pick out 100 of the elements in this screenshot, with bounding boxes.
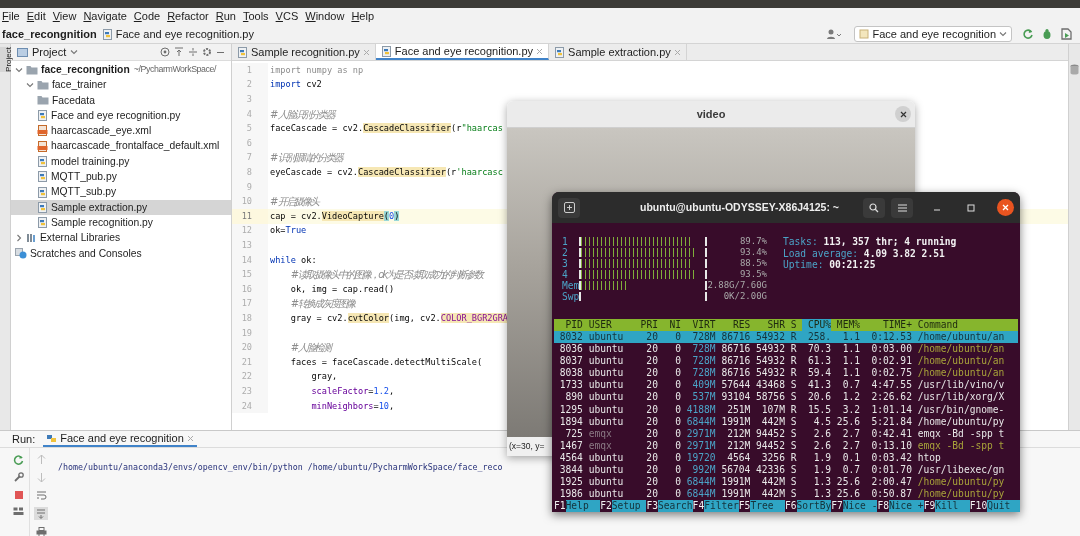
column-header[interactable]: PRI xyxy=(640,319,658,331)
tree-item[interactable]: model training.py xyxy=(11,153,231,170)
search-button[interactable] xyxy=(863,197,885,218)
run-configuration-dropdown[interactable]: Face and eye recognition xyxy=(854,26,1012,42)
tree-item[interactable]: MQTT_sub.py xyxy=(11,184,231,200)
user-icon[interactable] xyxy=(826,28,843,40)
close-icon[interactable] xyxy=(362,48,370,56)
process-row[interactable]: 725 emqx 20 0 2971M 212M 94452 S 2.6 2.7 0:42.41 emqx -Bd -spp t xyxy=(554,427,1018,440)
table-cell-text: 8032 xyxy=(558,331,583,344)
process-row[interactable]: 1986 ubuntu 20 0 6844M 1991M 442M S 1.3 25.6 0:50.87 /home/ubuntu/py xyxy=(554,488,1018,501)
menu-icon xyxy=(897,203,907,212)
breadcrumb-item[interactable]: face_recongnition xyxy=(2,25,97,43)
column-header[interactable]: NI xyxy=(663,319,681,331)
folder-icon xyxy=(26,64,38,75)
tree-item[interactable]: Sample recognition.py xyxy=(11,214,231,231)
print-icon[interactable] xyxy=(35,527,47,536)
stop-icon[interactable] xyxy=(13,490,24,500)
column-header[interactable]: TIME+ xyxy=(865,319,912,331)
editor-tab[interactable]: Sample extraction.py xyxy=(549,44,687,60)
process-row[interactable]: 8037 ubuntu 20 0 728M 86716 54932 R 61.3 1.1 0:02.91 /home/ubuntu/an xyxy=(554,355,1018,368)
close-button[interactable] xyxy=(895,106,911,122)
table-cell-text: 4564 xyxy=(558,451,583,465)
expand-all-icon[interactable] xyxy=(188,47,198,57)
tree-item[interactable]: face_trainer xyxy=(11,77,231,93)
tree-item[interactable]: Scratches and Consoles xyxy=(11,245,231,261)
close-button[interactable] xyxy=(997,199,1014,216)
table-cell-text: 0.7 xyxy=(841,379,860,392)
project-view-dropdown[interactable]: Project xyxy=(32,43,67,61)
table-cell-text: ubuntu xyxy=(588,367,625,380)
close-icon[interactable] xyxy=(536,47,544,55)
menu-item[interactable]: Navigate xyxy=(83,8,127,25)
column-header[interactable]: PID xyxy=(554,319,583,331)
rerun-icon[interactable] xyxy=(13,454,24,465)
tree-item[interactable]: Sample extraction.py xyxy=(11,199,231,215)
close-icon[interactable] xyxy=(673,48,681,56)
column-header[interactable]: S xyxy=(790,319,797,331)
scratches-icon xyxy=(15,247,27,259)
tree-item[interactable]: haarcascade_frontalface_default.xml xyxy=(11,138,231,154)
column-header[interactable]: MEM% xyxy=(836,319,860,331)
chevron-right-icon[interactable] xyxy=(15,233,23,242)
tree-item[interactable]: Face and eye recognition.py xyxy=(11,107,231,124)
menu-item[interactable]: Help xyxy=(351,8,374,25)
tree-item[interactable]: Facedata xyxy=(11,92,231,108)
menu-item[interactable]: Refactor xyxy=(167,8,209,25)
process-row[interactable]: 8038 ubuntu 20 0 728M 86716 54932 R 59.4 1.1 0:02.75 /home/ubuntu/an xyxy=(554,367,1018,380)
table-cell-text: ubuntu xyxy=(588,391,625,404)
column-header[interactable]: USER xyxy=(588,319,635,331)
column-header[interactable]: VIRT xyxy=(686,319,716,331)
process-row[interactable]: 1733 ubuntu 20 0 409M 57644 43468 S 41.3 0.7 4:47.55 /usr/lib/vino/v xyxy=(554,379,1018,392)
tree-item[interactable]: External Libraries xyxy=(11,230,231,246)
column-header[interactable]: SHR xyxy=(756,319,785,331)
menu-item[interactable]: View xyxy=(52,8,77,25)
process-row[interactable]: 1894 ubuntu 20 0 6844M 1991M 442M S 4.5 25.6 5:21.84 /home/ubuntu/py xyxy=(554,415,1018,428)
menu-button[interactable] xyxy=(891,197,913,218)
table-cell-text: 0:01.70 xyxy=(870,464,912,477)
column-header[interactable]: CPU% xyxy=(802,319,832,331)
process-row[interactable]: 3844 ubuntu 20 0 992M 56704 42336 S 1.9 0.7 0:01.70 /usr/libexec/gn xyxy=(554,464,1018,477)
tree-item[interactable]: haarcascade_eye.xml xyxy=(11,123,231,139)
wrench-icon[interactable] xyxy=(13,472,24,483)
close-icon[interactable] xyxy=(186,434,194,442)
tree-item[interactable]: face_recongnition xyxy=(41,61,130,78)
line-number: 16 xyxy=(240,282,252,296)
new-tab-button[interactable] xyxy=(558,197,580,218)
column-header[interactable]: Command xyxy=(917,319,1005,331)
process-row[interactable]: 1925 ubuntu 20 0 6844M 1991M 442M S 1.3 25.6 2:00.47 /home/ubuntu/py xyxy=(554,476,1018,489)
coverage-icon[interactable] xyxy=(1060,28,1072,40)
soft-wrap-icon[interactable] xyxy=(35,490,47,500)
menu-item[interactable]: Edit xyxy=(26,8,46,25)
editor-tab[interactable]: Sample recognition.py xyxy=(232,44,376,60)
table-cell: R xyxy=(790,355,797,368)
menu-item[interactable]: Window xyxy=(305,8,345,25)
rerun-icon[interactable] xyxy=(1022,28,1034,40)
table-cell: S xyxy=(790,488,797,501)
process-row[interactable]: 8036 ubuntu 20 0 728M 86716 54932 R 70.3 1.1 0:03.00 /home/ubuntu/an xyxy=(554,343,1018,356)
tree-item[interactable]: MQTT_pub.py xyxy=(11,169,231,185)
settings-icon[interactable] xyxy=(202,47,212,57)
editor-tab[interactable]: Face and eye recognition.py xyxy=(375,44,550,60)
process-row[interactable]: 890 ubuntu 20 0 537M 93104 58756 S 20.6 1.2 2:26.62 /usr/lib/xorg/X xyxy=(554,391,1018,404)
maximize-icon[interactable] xyxy=(967,203,975,212)
process-row[interactable]: 1295 ubuntu 20 0 4188M 251M 107M R 15.5 3.2 1:01.14 /usr/bin/gnome- xyxy=(554,403,1018,416)
process-row[interactable]: 4564 ubuntu 20 0 19720 4564 3256 R 1.9 0.1 0:03.42 htop xyxy=(554,451,1018,465)
process-row[interactable]: 8032 ubuntu 20 0 728M 86716 54932 R 258. 1.1 0:12.53 /home/ubuntu/an xyxy=(554,331,1018,344)
table-cell-text: 725 xyxy=(564,427,583,440)
scroll-to-end-icon[interactable] xyxy=(34,507,48,520)
breadcrumb-item[interactable]: Face and eye recognition.py xyxy=(115,25,254,43)
menu-item[interactable]: File xyxy=(2,8,20,25)
caret-icon[interactable] xyxy=(70,48,79,56)
table-cell: 2971M xyxy=(686,427,716,440)
menu-item[interactable]: Code xyxy=(133,8,161,25)
process-row[interactable]: 1467 emqx 20 0 2971M 212M 94452 S 2.6 2.7 0:13.10 emqx -Bd -spp t xyxy=(554,439,1018,452)
layout-icon[interactable] xyxy=(13,507,24,516)
menu-item[interactable]: Tools xyxy=(242,8,269,25)
table-cell: /usr/libexec/gn xyxy=(917,464,1005,477)
menu-item[interactable]: VCS xyxy=(275,8,299,25)
column-header[interactable]: RES xyxy=(721,319,751,331)
collapse-all-icon[interactable] xyxy=(174,47,184,57)
locate-icon[interactable] xyxy=(160,47,170,57)
table-cell-text: 0:13.10 xyxy=(870,439,912,452)
menu-item[interactable]: Run xyxy=(215,8,236,25)
code-line: faces = faceCascade.detectMultiScale( xyxy=(289,355,483,369)
